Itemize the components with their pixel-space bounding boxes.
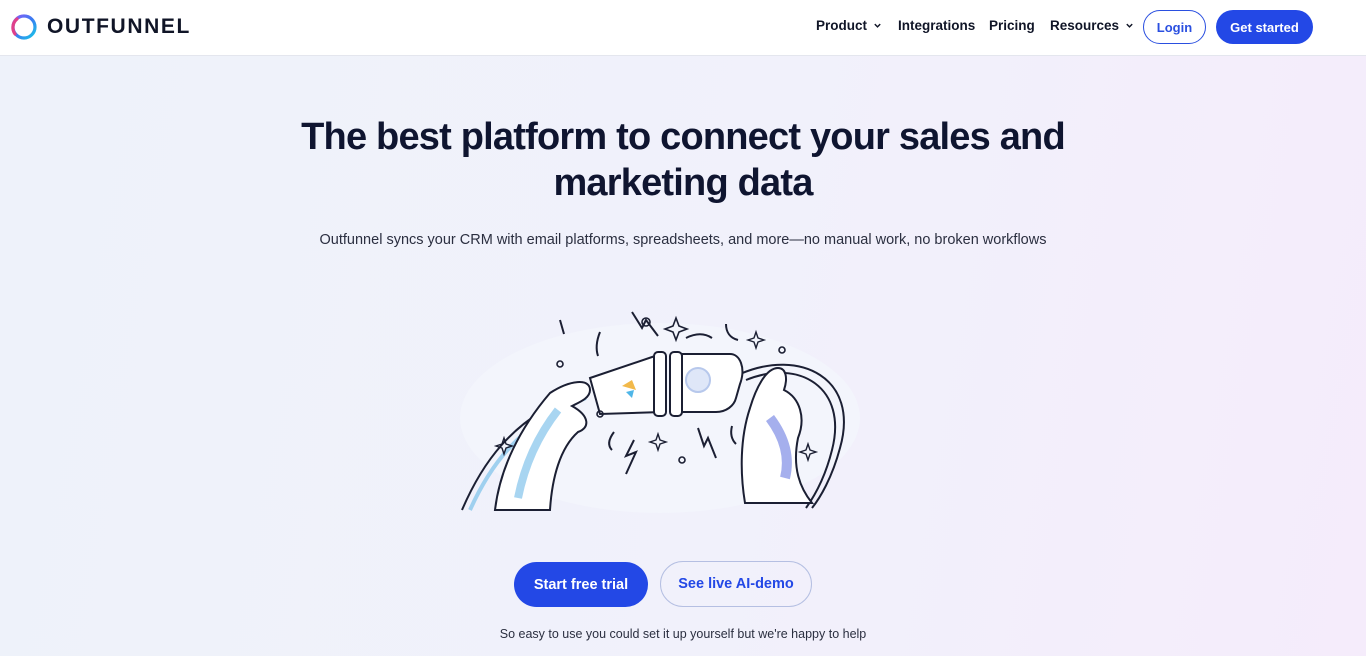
nav-item-resources[interactable]: Resources: [1050, 18, 1134, 33]
start-free-trial-button[interactable]: Start free trial: [514, 562, 648, 607]
login-button[interactable]: Login: [1143, 10, 1206, 44]
nav-label: Product: [816, 18, 868, 33]
nav-label: Integrations: [898, 18, 976, 33]
see-live-demo-button[interactable]: See live AI-demo: [660, 561, 812, 607]
connecting-plugs-illustration: [460, 311, 860, 513]
chevron-down-icon: [874, 23, 881, 28]
nav-label: Resources: [1050, 18, 1120, 33]
get-started-button[interactable]: Get started: [1216, 10, 1313, 44]
nav-item-pricing[interactable]: Pricing: [989, 18, 1035, 33]
hero-subtitle: Outfunnel syncs your CRM with email plat…: [319, 232, 1047, 248]
nav-label: Pricing: [989, 18, 1035, 33]
hero-title-line1: The best platform to connect your sales …: [301, 116, 1066, 158]
outfunnel-logo-icon: [11, 14, 37, 40]
hero-title: The best platform to connect your sales …: [283, 114, 1083, 206]
logo[interactable]: OUTFUNNEL: [9, 12, 191, 42]
cta-note: So easy to use you could set it up yours…: [499, 627, 867, 641]
chevron-down-icon: [1126, 23, 1133, 28]
logo-text: OUTFUNNEL: [47, 15, 191, 38]
site-header: OUTFUNNEL Product Integrations Pricing R…: [0, 0, 1366, 56]
nav-item-product[interactable]: Product: [816, 18, 882, 33]
nav-item-integrations[interactable]: Integrations: [898, 18, 975, 33]
hero-title-line2: marketing data: [553, 162, 813, 204]
